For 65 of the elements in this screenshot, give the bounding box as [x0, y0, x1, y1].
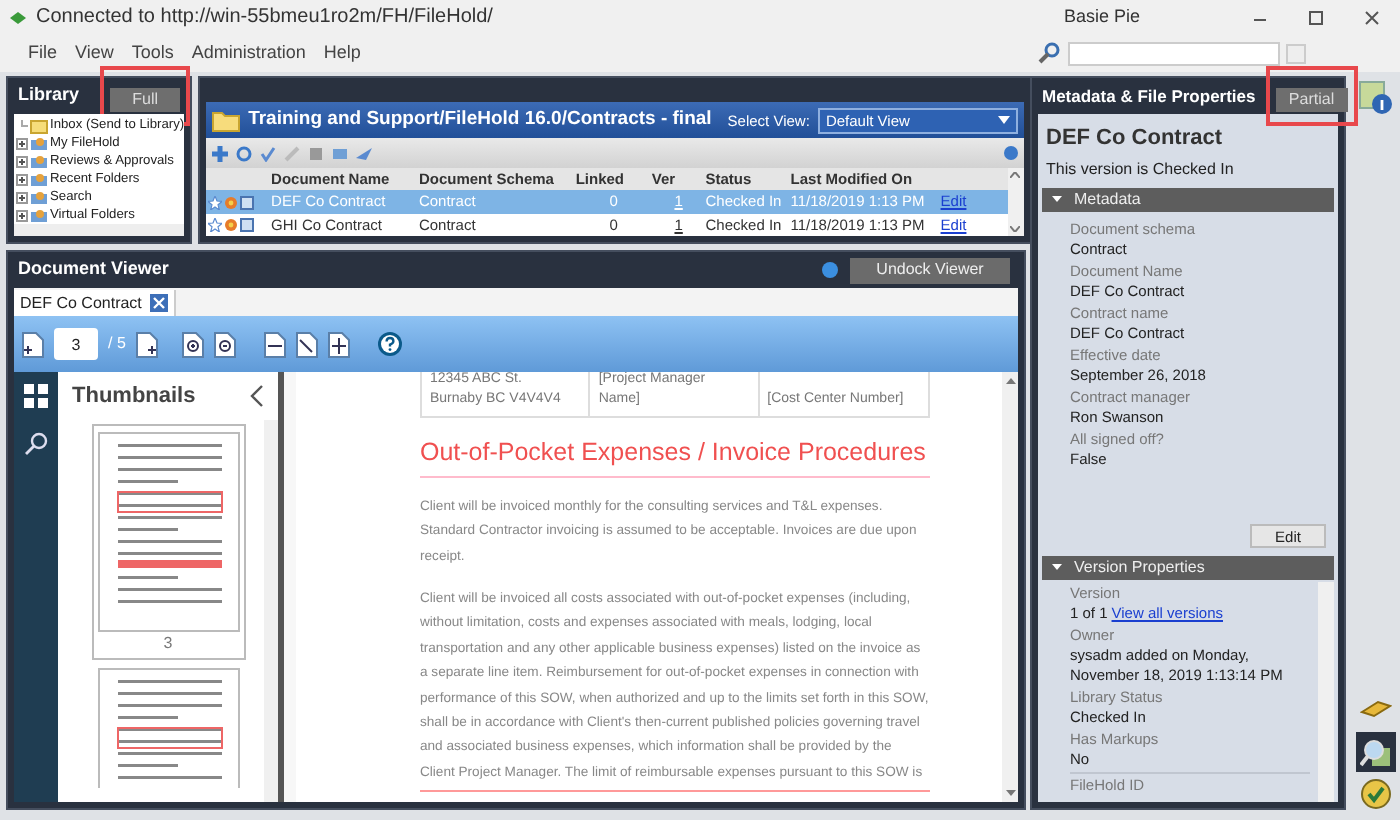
scroll-down-icon[interactable] — [1010, 225, 1021, 232]
caret-icon — [1052, 562, 1062, 572]
app-logo-icon — [8, 9, 28, 25]
expand-icon[interactable] — [16, 209, 28, 221]
checkmark-icon[interactable] — [260, 145, 277, 162]
search-icon[interactable] — [1359, 736, 1391, 768]
panel-title: Document Viewer — [18, 256, 169, 283]
page-number-field[interactable]: 3 — [54, 328, 98, 360]
document-tab[interactable]: DEF Co Contract — [14, 290, 176, 316]
search-icon[interactable] — [24, 432, 48, 456]
horizontal-scrollbar[interactable] — [14, 224, 185, 236]
expand-icon[interactable] — [16, 173, 28, 185]
thumbnail-card[interactable]: 3 — [91, 424, 245, 660]
page-total: / 5 — [108, 332, 126, 356]
panel-title: Metadata & File Properties — [1042, 83, 1256, 109]
menu-item[interactable]: Help — [323, 39, 361, 67]
expand-icon[interactable] — [16, 137, 28, 149]
vertical-scrollbar[interactable] — [1318, 581, 1334, 802]
thumbnails-grid-icon[interactable] — [24, 384, 48, 408]
undock-viewer-button[interactable]: Undock Viewer — [850, 257, 1010, 283]
tree-line-icon — [16, 119, 28, 131]
star-icon[interactable] — [208, 195, 223, 210]
previous-page-icon[interactable] — [22, 331, 44, 357]
menu-item[interactable]: Administration — [191, 39, 306, 67]
folder-path: Training and Support/FileHold 16.0/Contracts - final — [248, 106, 712, 135]
expand-icon[interactable] — [16, 191, 28, 203]
thumbnail-label: 3 — [163, 632, 173, 656]
panel-title: Thumbnails — [72, 381, 196, 412]
search-icon — [1038, 42, 1060, 64]
menu-item[interactable]: File — [28, 39, 58, 67]
section-heading: Out-of-Pocket Expenses / Invoice Procedures — [420, 418, 930, 478]
dropdown-caret-icon — [997, 116, 1010, 125]
expand-icon[interactable] — [16, 155, 28, 167]
zoom-out-icon[interactable] — [213, 331, 236, 357]
close-icon[interactable] — [1364, 9, 1380, 25]
vertical-scrollbar[interactable] — [264, 420, 278, 802]
next-page-icon[interactable] — [135, 331, 158, 357]
view-mode-button[interactable]: Full — [110, 88, 181, 112]
scroll-up-icon[interactable] — [1005, 378, 1015, 384]
section-header[interactable]: Version Properties — [1042, 555, 1334, 579]
view-mode-button[interactable]: Partial — [1275, 88, 1348, 112]
section-header[interactable]: Metadata — [1042, 187, 1334, 211]
panel-title: Library — [18, 82, 80, 109]
scroll-up-icon[interactable] — [1010, 172, 1021, 179]
window-title: Connected to http://win-55bmeu1ro2m/FH/FileHold/ — [36, 4, 493, 32]
vertical-scrollbar[interactable] — [1002, 372, 1018, 802]
folder-icon — [30, 117, 48, 133]
zoom-in-icon[interactable] — [181, 331, 204, 357]
checkmark-badge-icon[interactable] — [1359, 778, 1391, 810]
star-icon[interactable] — [208, 217, 223, 232]
menu-item[interactable]: View — [75, 39, 114, 67]
scroll-down-icon[interactable] — [1005, 790, 1015, 796]
menu-item[interactable]: Tools — [131, 39, 174, 67]
maximize-icon[interactable] — [1308, 9, 1324, 25]
document-title: DEF Co Contract — [1044, 124, 1224, 154]
page-thumbnail-drawing — [97, 668, 239, 788]
version-status: This version is Checked In — [1044, 157, 1236, 181]
caret-icon — [1052, 194, 1062, 204]
collapse-icon[interactable] — [250, 384, 264, 408]
add-icon[interactable] — [212, 145, 229, 162]
search-field[interactable] — [1068, 41, 1280, 65]
close-tab-icon[interactable] — [149, 294, 168, 312]
user-name: Basie Pie — [1063, 3, 1140, 30]
folder-icon — [212, 109, 241, 132]
info-note-icon[interactable] — [1357, 80, 1393, 116]
